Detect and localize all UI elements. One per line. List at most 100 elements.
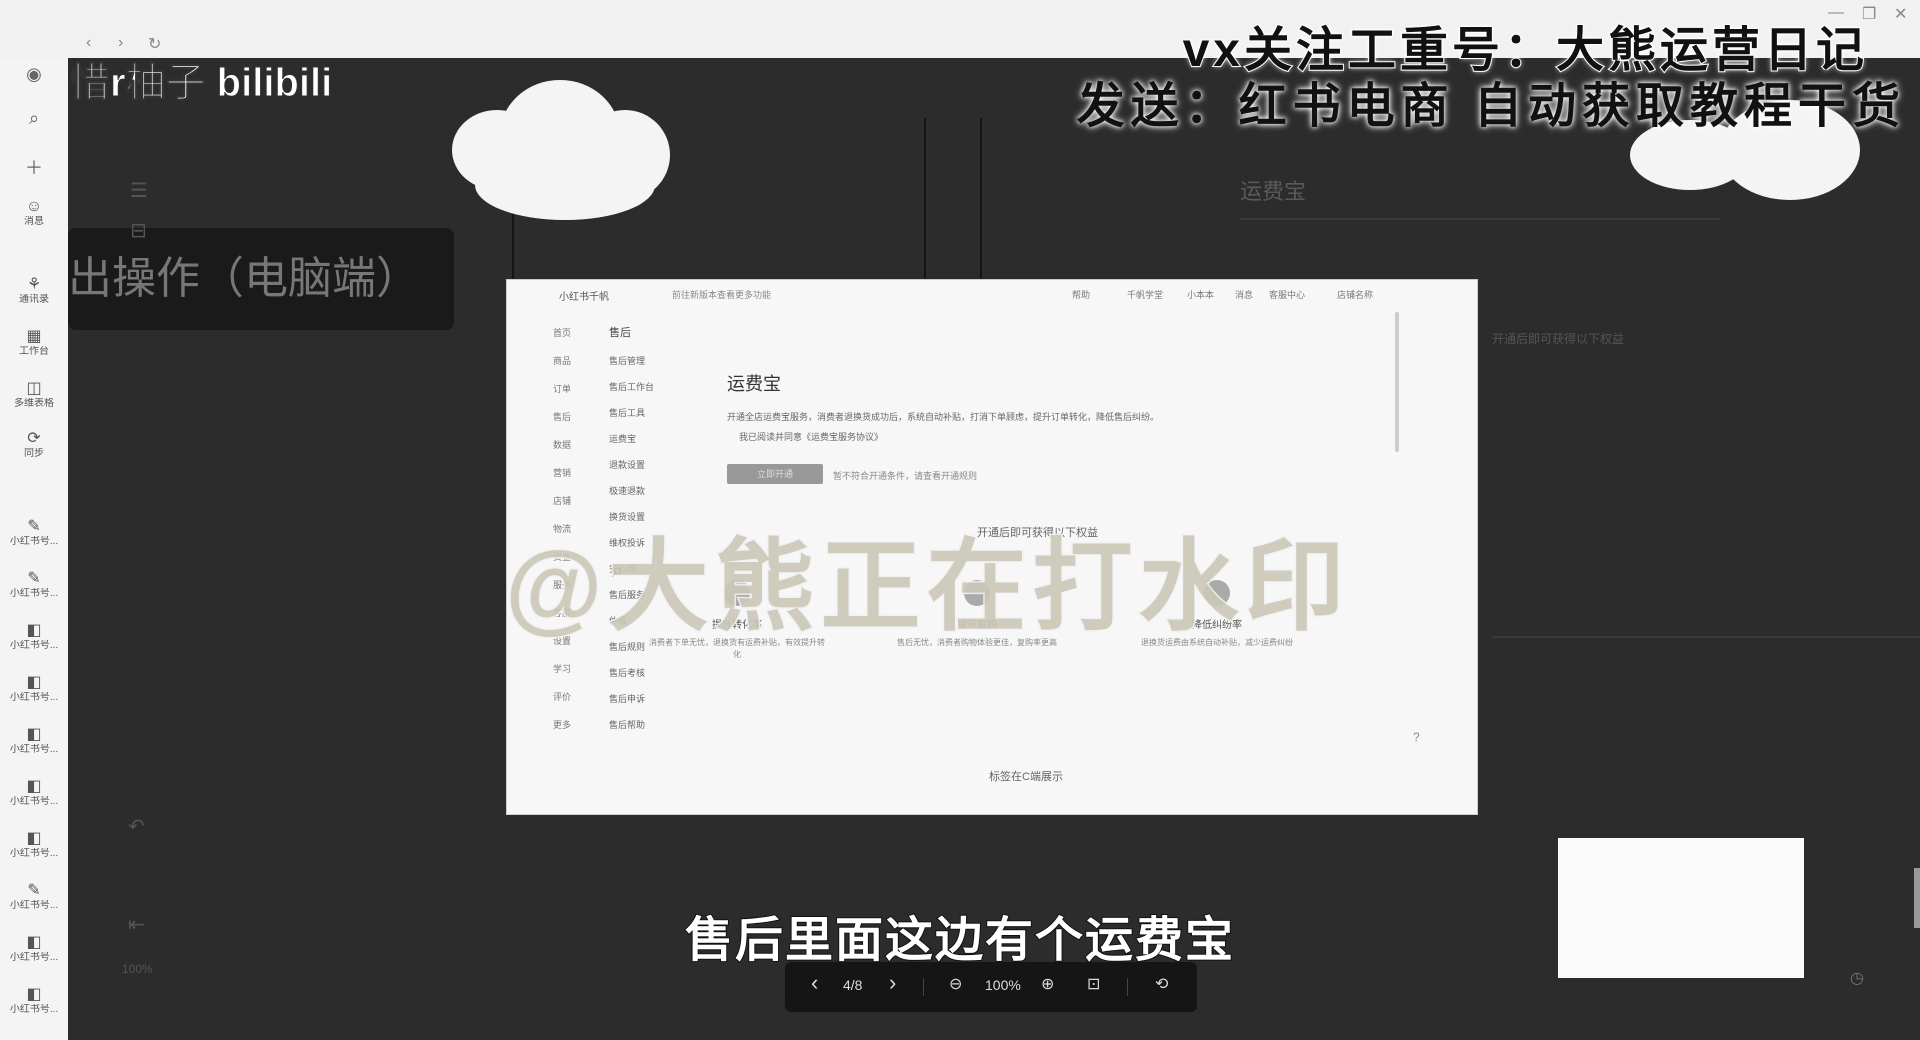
mindmap-node[interactable]: 出操作（电脑端） (68, 228, 454, 330)
preview-footer: 标签在C端展示 (989, 771, 1063, 783)
preview-scrollbar (1395, 312, 1399, 452)
rail-item-doc[interactable]: ◧ 小红书号... (4, 726, 64, 756)
rail-item-icon: ◫ (26, 380, 42, 397)
rail-item-icon: ⟳ (27, 430, 41, 447)
rail-item-label: 小红书号... (9, 640, 59, 651)
preview-side-item: 首页 (553, 328, 572, 338)
preview-agreement: 我已阅读并同意《运费宝服务协议》 (739, 432, 884, 442)
rail-item-label: 小红书号... (9, 588, 59, 599)
rail-item-workbench[interactable]: ▦ 工作台 (4, 328, 64, 358)
ghost-divider (1240, 218, 1720, 220)
ghost-divider (1492, 636, 1920, 638)
rail-item-bitable[interactable]: ◫ 多维表格 (4, 380, 64, 410)
rail-item-icon: ◧ (26, 622, 42, 639)
zoom-out-button[interactable]: ⊖ (949, 974, 962, 994)
preview-top-link: 千帆学堂 (1127, 290, 1164, 300)
preview-menu-item: 售后考核 (609, 668, 646, 678)
rail-item-label: 小红书号... (9, 692, 59, 703)
rail-item-icon: ⚘ (26, 276, 42, 293)
rail-item-icon: ◧ (26, 830, 42, 847)
rail-item-label: 小红书号... (9, 1004, 59, 1015)
rail-item-doc[interactable]: ◧ 小红书号... (4, 778, 64, 808)
preview-side-item: 商品 (553, 356, 572, 366)
preview-open-button: 立即开通 (727, 464, 823, 484)
ghost-section: 开通后即可获得以下权益 (1492, 332, 1625, 346)
rail-item-icon: ✎ (27, 518, 41, 535)
preview-top-link: 帮助 (1072, 290, 1091, 300)
add-icon[interactable]: ＋ (20, 154, 48, 180)
preview-side-item: 数据 (553, 440, 572, 450)
cloud-sticker (475, 150, 655, 220)
rail-item-label: 消息 (24, 216, 44, 227)
preview-menu-item: 售后工作台 (609, 382, 655, 392)
close-icon[interactable]: ✕ (1894, 4, 1907, 24)
preview-side-item: 更多 (553, 720, 572, 730)
scroll-handle[interactable] (1914, 868, 1920, 928)
avatar-icon[interactable]: ◉ (20, 64, 48, 85)
rail-item-label: 多维表格 (14, 398, 54, 409)
preview-menu-item: 售后工具 (609, 408, 646, 418)
rail-item-doc[interactable]: ◧ 小红书号... (4, 622, 64, 652)
preview-side-item: 售后 (553, 412, 572, 422)
preview-crumb: 前往新版本查看更多功能 (672, 290, 772, 300)
preview-description: 开通全店运费宝服务，消费者退换货成功后，系统自动补贴，打消下单顾虑，提升订单转化… (727, 412, 1160, 422)
rail-item-icon: ▦ (26, 328, 42, 345)
rail-item-doc[interactable]: ◧ 小红书号... (4, 986, 64, 1016)
preview-top-link: 小本本 (1187, 290, 1215, 300)
help-circle-icon[interactable]: ◷ (1850, 968, 1864, 988)
brand-watermark: 惜r柚子 bilibili (69, 61, 333, 106)
ghost-title: 运费宝 (1240, 179, 1307, 204)
search-icon[interactable]: ⌕ (20, 108, 48, 129)
rail-item-doc[interactable]: ◧ 小红书号... (4, 830, 64, 860)
toolbar-divider (1127, 978, 1128, 996)
outline-icon[interactable]: ⊟ (130, 218, 147, 243)
preview-store: 店铺名称 (1337, 290, 1374, 300)
preview-logo: 小红书千帆 (559, 292, 609, 303)
preview-side-item: 学习 (553, 664, 572, 674)
preview-top-link: 客服中心 (1269, 290, 1306, 300)
rail-item-label: 同步 (24, 448, 44, 459)
rail-item-doc[interactable]: ◧ 小红书号... (4, 674, 64, 704)
preview-page-title: 运费宝 (727, 374, 781, 394)
preview-menu-item: 运费宝 (609, 434, 637, 444)
help-icon: ? (1413, 730, 1420, 744)
app-left-rail: ◉ ⌕ ＋ ☺ 消息 ⚘ 通讯录 ▦ 工作台 ◫ 多维表格 ⟳ 同步 ✎ 小红书号... ✎… (0, 58, 68, 1040)
rail-item-messages[interactable]: ☺ 消息 (4, 198, 64, 228)
fit-screen-button[interactable]: ⊡ (1087, 974, 1100, 994)
rail-item-doc[interactable]: ✎ 小红书号... (4, 518, 64, 548)
preview-header: 小红书千帆 前往新版本查看更多功能 帮助 千帆学堂 小本本 消息 客服中心 店铺… (507, 280, 1477, 306)
preview-side-item: 订单 (553, 384, 572, 394)
rail-item-icon: ◧ (26, 674, 42, 691)
rail-item-icon: ◧ (26, 726, 42, 743)
preview-menu-item: 退款设置 (609, 460, 646, 470)
next-page-button[interactable]: › (889, 970, 896, 996)
prev-page-button[interactable]: ‹ (811, 970, 818, 996)
toolbar-divider (923, 978, 924, 996)
rail-item-icon: ◧ (26, 986, 42, 1003)
rail-item-icon: ☺ (25, 198, 43, 215)
zoom-in-button[interactable]: ⊕ (1041, 974, 1054, 994)
rail-item-doc[interactable]: ✎ 小红书号... (4, 570, 64, 600)
rail-item-label: 小红书号... (9, 536, 59, 547)
send-watermark: 发送：红书电商 自动获取教程干货 (1076, 80, 1906, 133)
white-panel (1558, 838, 1804, 978)
rail-item-sync[interactable]: ⟳ 同步 (4, 430, 64, 460)
rail-item-label: 通讯录 (19, 294, 49, 305)
rail-item-label: 小红书号... (9, 848, 59, 859)
undo-icon[interactable]: ↶ (128, 814, 145, 839)
rotate-button[interactable]: ⟲ (1155, 974, 1168, 994)
rail-item-label: 小红书号... (9, 796, 59, 807)
rail-item-contacts[interactable]: ⚘ 通讯录 (4, 276, 64, 306)
zoom-level: 100% (985, 977, 1021, 993)
preview-menu-item: 售后帮助 (609, 720, 646, 730)
preview-menu-heading: 售后 (609, 327, 631, 339)
center-watermark: @大熊正在打水印 (504, 530, 1351, 645)
list-icon[interactable]: ☰ (130, 178, 148, 203)
rail-item-label: 工作台 (19, 346, 49, 357)
rail-item-icon: ✎ (27, 882, 41, 899)
page-indicator: 4/8 (843, 977, 863, 993)
rail-item-icon: ✎ (27, 570, 41, 587)
rail-item-icon: ◧ (26, 778, 42, 795)
rail-item-label: 小红书号... (9, 744, 59, 755)
viewer-toolbar: ‹ 4/8 › ⊖ 100% ⊕ ⊡ ⟲ (785, 962, 1197, 1012)
